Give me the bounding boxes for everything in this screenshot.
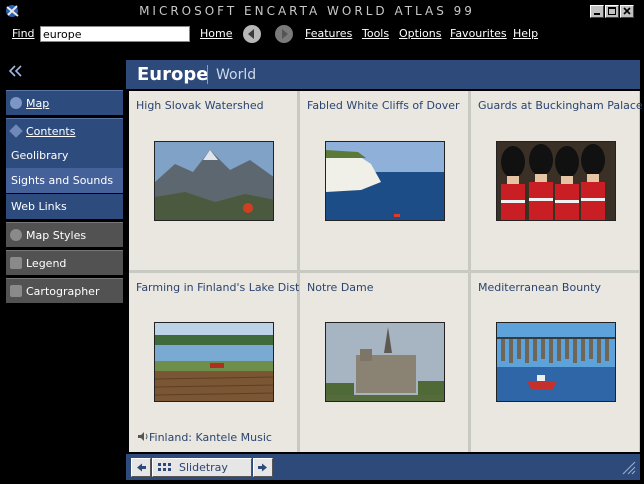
photo-white-cliffs bbox=[325, 141, 445, 221]
sidebar-item-label: Cartographer bbox=[26, 285, 100, 298]
media-title: Mediterranean Bounty bbox=[478, 281, 601, 294]
close-button[interactable] bbox=[620, 5, 634, 18]
media-item-mediterranean-bounty[interactable]: Mediterranean Bounty bbox=[471, 273, 639, 452]
media-grid: High Slovak Watershed Fabled White Cliff… bbox=[129, 91, 643, 452]
cartographer-icon bbox=[10, 285, 22, 297]
media-title: Notre Dame bbox=[307, 281, 374, 294]
minimize-button[interactable] bbox=[590, 5, 604, 18]
close-icon bbox=[623, 7, 631, 15]
photo-notre-dame bbox=[325, 322, 445, 402]
photo-guards bbox=[496, 141, 616, 221]
resize-grip-icon bbox=[622, 461, 636, 475]
slidetray-prev-button[interactable] bbox=[131, 458, 151, 477]
sidebar-item-label: Sights and Sounds bbox=[11, 174, 114, 187]
media-item-white-cliffs-of-dover[interactable]: Fabled White Cliffs of Dover bbox=[300, 91, 468, 270]
resize-grip[interactable] bbox=[620, 459, 636, 478]
back-arrow-icon bbox=[248, 29, 254, 39]
home-link[interactable]: Home bbox=[200, 27, 232, 40]
sidebar-item-map[interactable]: Map bbox=[6, 90, 123, 115]
slidetray-label: Slidetray bbox=[179, 461, 228, 474]
media-title: Farming in Finland's Lake District bbox=[136, 281, 318, 294]
sidebar-item-label: Contents bbox=[26, 125, 76, 138]
options-menu[interactable]: Options bbox=[399, 27, 441, 40]
media-item-guards-buckingham-palace[interactable]: Guards at Buckingham Palace bbox=[471, 91, 643, 270]
maximize-button[interactable] bbox=[605, 5, 619, 18]
photo-finland-lake bbox=[154, 322, 274, 402]
slidetray-next-button[interactable] bbox=[253, 458, 273, 477]
help-menu[interactable]: Help bbox=[513, 27, 538, 40]
media-item-farming-finland[interactable]: Farming in Finland's Lake District bbox=[129, 273, 317, 452]
sidebar-item-label: Web Links bbox=[11, 200, 67, 213]
features-menu[interactable]: Features bbox=[305, 27, 352, 40]
sidebar-item-label: Map bbox=[26, 97, 50, 110]
forward-button[interactable] bbox=[275, 25, 293, 43]
media-title: High Slovak Watershed bbox=[136, 99, 264, 112]
find-label: Find bbox=[12, 27, 35, 40]
speaker-icon bbox=[138, 432, 148, 441]
sidebar-item-cartographer[interactable]: Cartographer bbox=[6, 278, 123, 303]
sidebar-item-label: Legend bbox=[26, 257, 67, 270]
map-styles-icon bbox=[10, 229, 22, 241]
sidebar-item-label: Map Styles bbox=[26, 229, 87, 242]
slidetray-button[interactable]: Slidetray bbox=[152, 458, 252, 477]
header-divider bbox=[207, 65, 208, 84]
photo-mountains bbox=[154, 141, 274, 221]
page-subtitle[interactable]: World bbox=[216, 67, 256, 83]
sidebar-item-geolibrary[interactable]: Geolibrary bbox=[6, 143, 123, 168]
diamond-icon bbox=[9, 124, 23, 138]
arrow-right-icon bbox=[258, 463, 267, 472]
window-title: MICROSOFT ENCARTA WORLD ATLAS 99 bbox=[139, 4, 475, 18]
audio-label: Finland: Kantele Music bbox=[149, 431, 272, 444]
forward-arrow-icon bbox=[282, 29, 288, 39]
sidebar-item-map-styles[interactable]: Map Styles bbox=[6, 222, 123, 247]
photo-mediterranean bbox=[496, 322, 616, 402]
media-item-high-slovak-watershed[interactable]: High Slovak Watershed bbox=[129, 91, 297, 270]
tools-menu[interactable]: Tools bbox=[362, 27, 389, 40]
maximize-icon bbox=[608, 7, 616, 15]
media-item-notre-dame[interactable]: Notre Dame bbox=[300, 273, 468, 452]
globe-icon bbox=[10, 97, 22, 109]
sidebar-item-legend[interactable]: Legend bbox=[6, 250, 123, 275]
favourites-menu[interactable]: Favourites bbox=[450, 27, 507, 40]
sidebar: Map Contents Geolibrary Sights and Sound… bbox=[0, 56, 126, 484]
collapse-sidebar-button[interactable] bbox=[8, 64, 24, 81]
page-title: Europe bbox=[137, 64, 209, 85]
legend-key-icon bbox=[10, 257, 22, 269]
media-title: Fabled White Cliffs of Dover bbox=[307, 99, 460, 112]
sidebar-item-web-links[interactable]: Web Links bbox=[6, 194, 123, 219]
back-button[interactable] bbox=[243, 25, 261, 43]
media-title: Guards at Buckingham Palace bbox=[478, 99, 643, 112]
double-chevron-left-icon bbox=[8, 65, 22, 77]
arrow-left-icon bbox=[137, 463, 146, 472]
minimize-icon bbox=[594, 13, 600, 15]
audio-link[interactable]: Finland: Kantele Music bbox=[137, 431, 272, 444]
find-input[interactable] bbox=[40, 26, 190, 42]
sidebar-item-contents[interactable]: Contents bbox=[6, 118, 123, 143]
grid-icon bbox=[158, 463, 171, 471]
sidebar-item-label: Geolibrary bbox=[11, 149, 69, 162]
sidebar-item-sights-and-sounds[interactable]: Sights and Sounds bbox=[6, 168, 123, 193]
